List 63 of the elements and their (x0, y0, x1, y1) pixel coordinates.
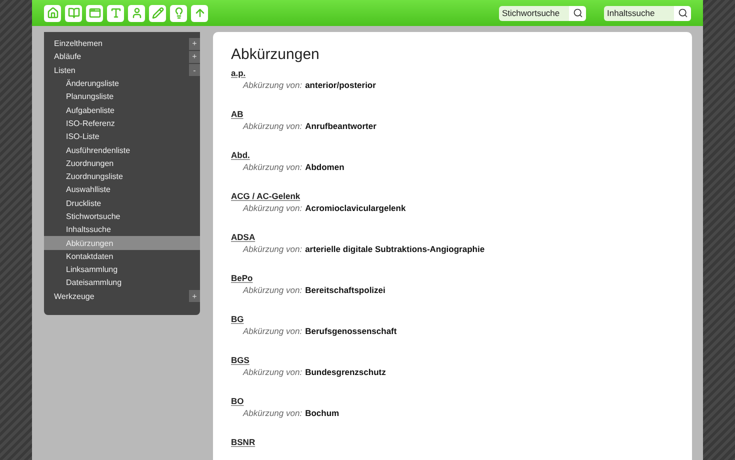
term-link[interactable]: ADSA (231, 232, 256, 242)
expand-toggle[interactable]: + (189, 50, 200, 63)
definition-text: Acromioclaviculargelenk (305, 203, 406, 213)
definition-label: Abkürzung von: (243, 244, 302, 254)
term-link[interactable]: BGS (231, 355, 250, 365)
definition-label: Abkürzung von: (243, 408, 302, 418)
sidebar-item[interactable]: Planungsliste (44, 92, 200, 102)
sidebar-item[interactable]: Änderungsliste (44, 79, 200, 88)
expand-toggle[interactable]: + (189, 38, 200, 50)
definition-text: Berufsgenossenschaft (305, 326, 397, 336)
sidebar-item[interactable]: Inhaltssuche (44, 225, 200, 234)
sidebar-item[interactable]: Stichwortsuche (44, 212, 200, 221)
sidebar-item[interactable]: Listen (44, 66, 189, 75)
search-field[interactable]: Inhaltssuche (604, 6, 674, 20)
term-link[interactable]: AB (231, 109, 244, 119)
term-link[interactable]: BePo (231, 273, 253, 283)
definition-text: anterior/posterior (305, 80, 376, 90)
letter-icon[interactable] (107, 4, 124, 22)
book-icon[interactable] (65, 4, 82, 22)
search-icon[interactable] (569, 6, 586, 20)
sidebar-item[interactable]: Abläufe (44, 52, 189, 62)
definition-label: Abkürzung von: (243, 203, 302, 213)
definition-text: Anrufbeantworter (305, 121, 376, 131)
pencil-icon[interactable] (149, 4, 166, 22)
definition-text: arterielle digitale Subtraktions-Angiographie (305, 244, 485, 254)
sidebar-item[interactable]: Werkzeuge (44, 292, 189, 301)
term-link[interactable]: BO (231, 396, 244, 406)
sidebar-item[interactable]: Druckliste (44, 198, 200, 208)
definition-text: Bereitschaftspolizei (305, 285, 386, 295)
definition-text: Bundesgrenzschutz (305, 367, 386, 377)
page-title: Abkürzungen (231, 46, 320, 64)
definition-label: Abkürzung von: (243, 162, 302, 172)
sidebar-item[interactable]: Zuordnungsliste (44, 172, 200, 182)
search-field[interactable]: Stichwortsuche (499, 6, 569, 20)
definition-label: Abkürzung von: (243, 326, 302, 336)
definition-text: Abdomen (305, 162, 344, 172)
lightbulb-icon[interactable] (170, 4, 187, 22)
definition-label: Abkürzung von: (243, 285, 302, 295)
expand-toggle[interactable]: - (189, 64, 200, 76)
sidebar-item[interactable]: Aufgabenliste (44, 106, 200, 115)
sidebar-item[interactable]: Kontaktdaten (44, 252, 200, 261)
term-link[interactable]: ACG / AC-Gelenk (231, 191, 300, 201)
definition-text: Bochum (305, 408, 340, 418)
sidebar-item[interactable]: Linksammlung (44, 265, 200, 274)
definition-label: Abkürzung von: (243, 121, 302, 131)
sidebar-item[interactable]: Zuordnungen (44, 158, 200, 168)
sidebar-item[interactable]: ISO-Liste (44, 132, 200, 142)
sidebar-item[interactable]: Dateisammlung (44, 278, 200, 288)
definition-label: Abkürzung von: (243, 367, 302, 377)
sidebar-item[interactable]: Auswahlliste (44, 185, 200, 194)
term-link[interactable]: Abd. (231, 150, 250, 160)
definition-label: Abkürzung von: (243, 80, 302, 90)
term-link[interactable]: BSNR (231, 437, 256, 447)
person-icon[interactable] (128, 4, 145, 22)
term-link[interactable]: a.p. (231, 68, 246, 78)
search-icon[interactable] (674, 6, 691, 20)
sidebar-item[interactable]: Einzelthemen (44, 39, 189, 48)
home-icon[interactable] (44, 4, 61, 22)
window-icon[interactable] (86, 4, 103, 22)
sidebar-item[interactable]: ISO-Referenz (44, 118, 200, 128)
sidebar-item[interactable]: Ausführendenliste (44, 146, 200, 155)
expand-toggle[interactable]: + (189, 290, 200, 302)
term-link[interactable]: BG (231, 314, 244, 324)
